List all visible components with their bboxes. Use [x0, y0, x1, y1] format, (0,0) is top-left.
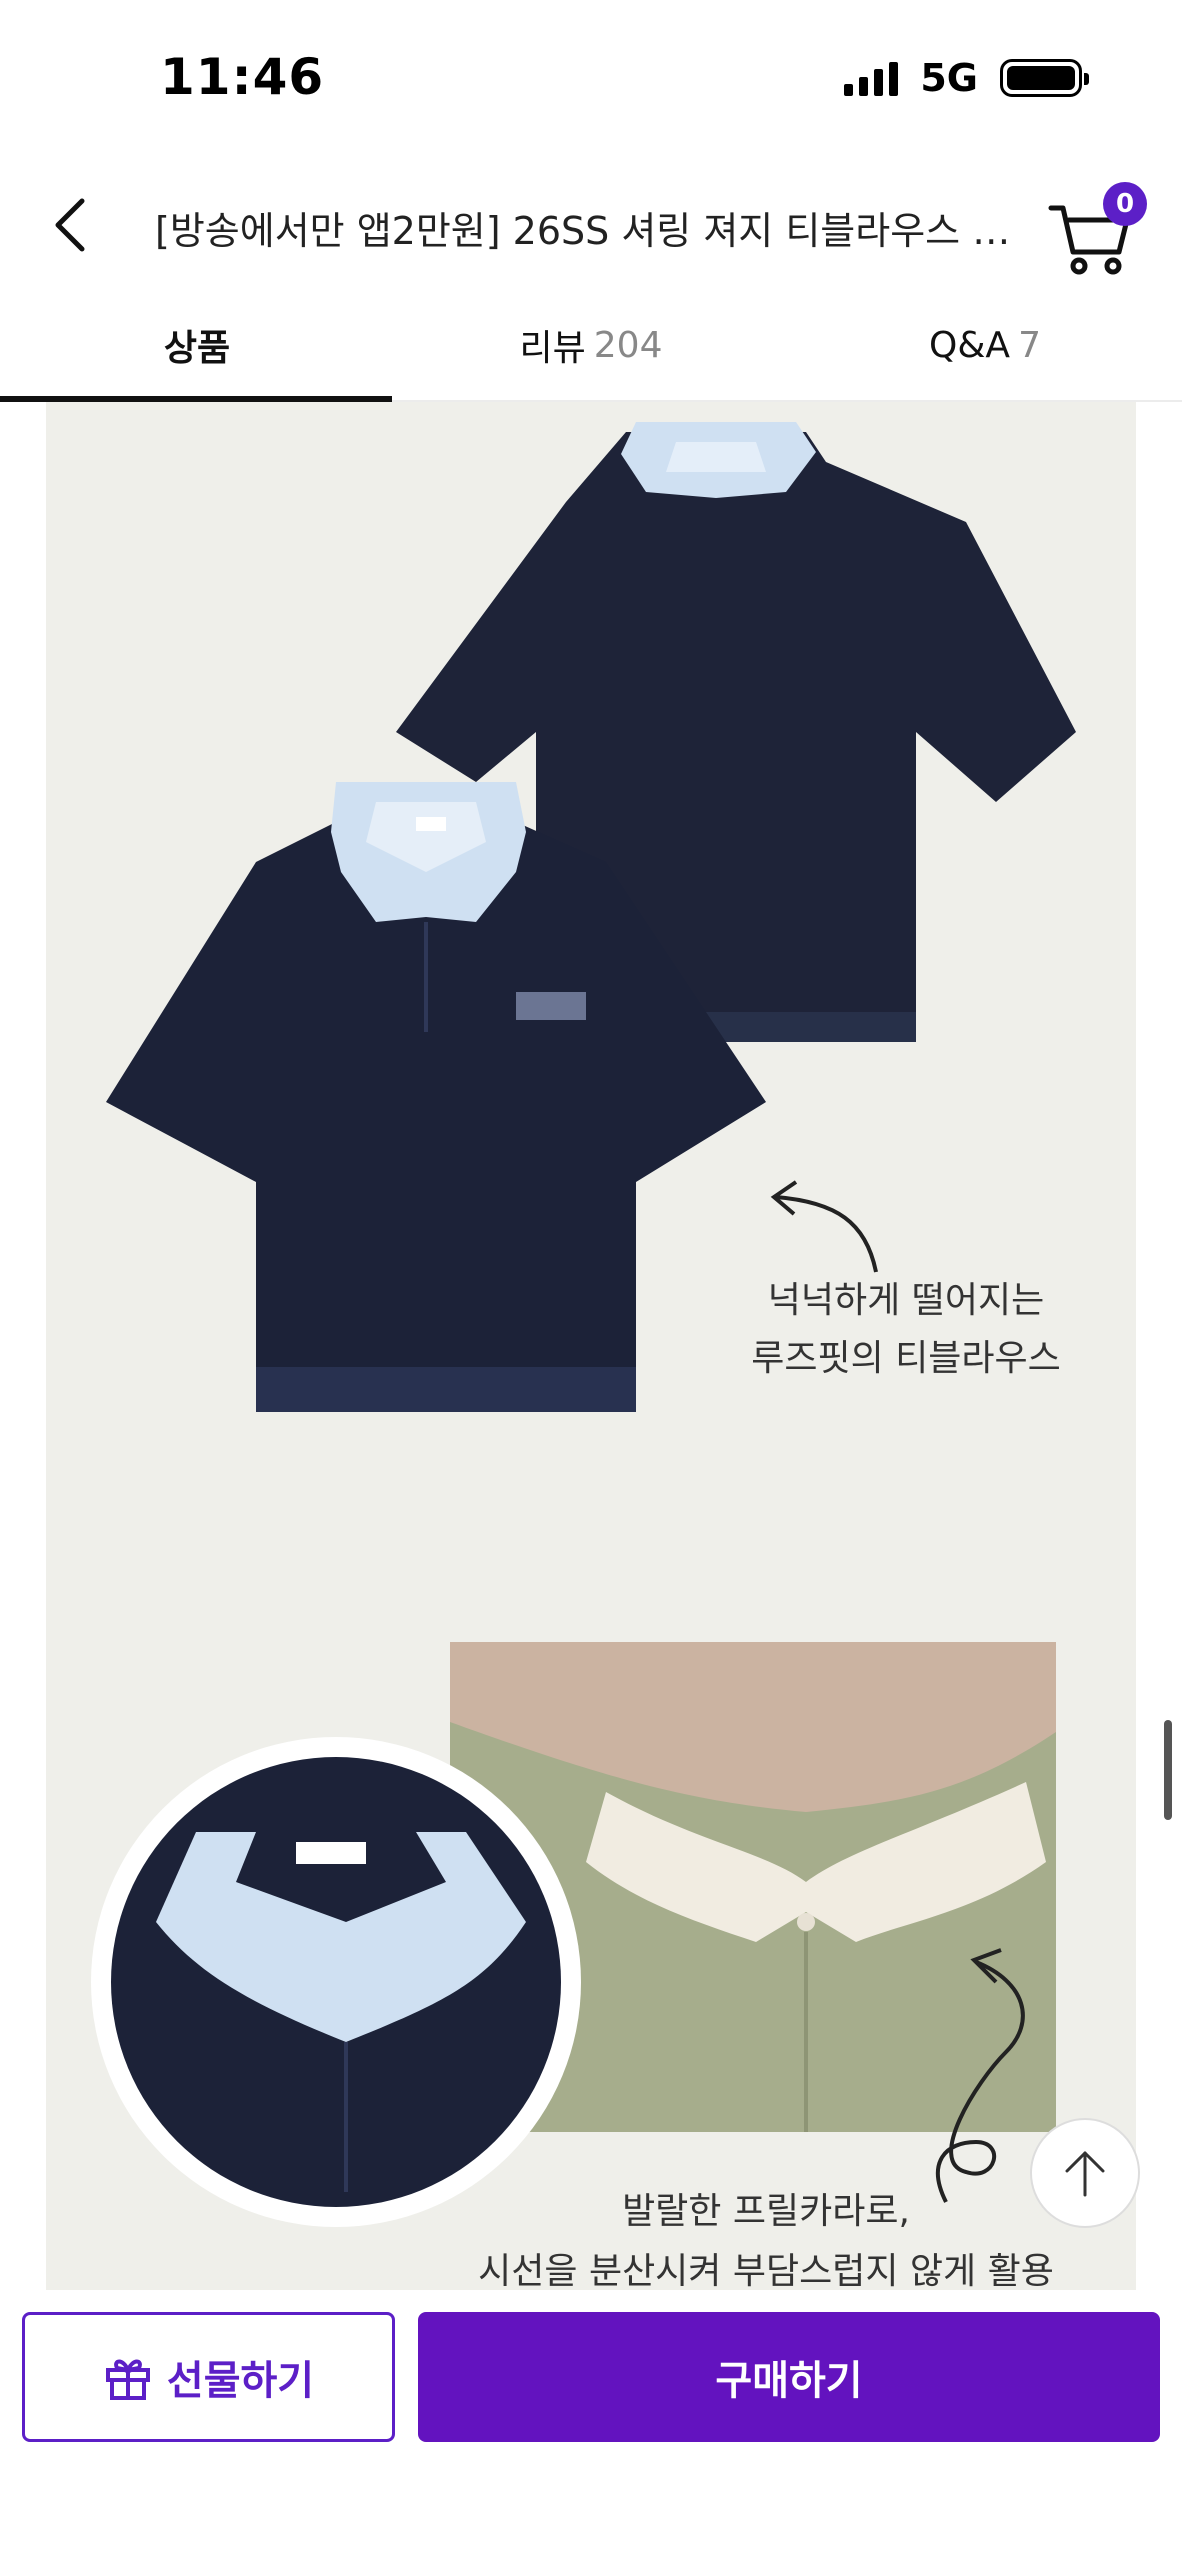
page-title: [방송에서만 앱2만원] 26SS 셔링 져지 티블라우스 2종 세트	[155, 209, 1025, 253]
product-tabs: 상품 리뷰 204 Q&A 7	[0, 290, 1182, 402]
cart-count-badge: 0	[1103, 182, 1147, 226]
status-bar: 11:46 5G	[0, 0, 1182, 160]
tab-qna-label: Q&A	[929, 324, 1011, 366]
status-time: 11:46	[160, 48, 325, 106]
back-arrow-icon	[55, 198, 85, 252]
gift-button-label: 선물하기	[166, 2358, 315, 2404]
tab-review-label: 리뷰	[519, 328, 586, 369]
back-button[interactable]	[30, 185, 110, 265]
tab-review[interactable]: 리뷰 204	[394, 290, 788, 400]
tab-qna[interactable]: Q&A 7	[788, 290, 1182, 400]
buy-button[interactable]: 구매하기	[418, 2312, 1160, 2442]
tab-product[interactable]: 상품	[0, 290, 394, 402]
network-type: 5G	[920, 56, 978, 100]
signal-icon	[844, 60, 899, 96]
status-indicators: 5G	[844, 56, 1089, 100]
arrow-up-icon	[1065, 2151, 1105, 2197]
gift-icon	[105, 2359, 150, 2400]
collar-detail-circle-image	[91, 1737, 581, 2227]
top-app-bar: [방송에서만 앱2만원] 26SS 셔링 져지 티블라우스 2종 세트 0	[0, 160, 1182, 290]
product-detail-image: 넉넉하게 떨어지는 루즈핏의 티블라우스 발랄한 프릴카라로, 시선을 분산시켜…	[46, 402, 1136, 2290]
tab-product-label: 상품	[163, 328, 231, 369]
gift-button[interactable]: 선물하기	[22, 2312, 395, 2442]
bottom-action-bar: 선물하기 구매하기	[0, 2290, 1182, 2560]
caption-loose-fit-line1: 넉넉하게 떨어지는	[767, 1280, 1045, 1321]
caption-frill-collar: 발랄한 프릴카라로, 시선을 분산시켜 부담스럽지 않게 활용	[426, 2182, 1106, 2290]
tab-review-count: 204	[593, 324, 663, 366]
caption-loose-fit-line2: 루즈핏의 티블라우스	[751, 1338, 1061, 1379]
cart-button[interactable]: 0	[1045, 182, 1147, 275]
battery-icon	[1000, 59, 1089, 97]
caption-frill-collar-line1: 발랄한 프릴카라로,	[622, 2191, 910, 2232]
tab-qna-count: 7	[1018, 324, 1041, 366]
scroll-to-top-button[interactable]	[1030, 2118, 1140, 2228]
scrollbar[interactable]	[1164, 1720, 1172, 1820]
caption-frill-collar-line2: 시선을 분산시켜 부담스럽지 않게 활용	[478, 2251, 1054, 2290]
caption-loose-fit: 넉넉하게 떨어지는 루즈핏의 티블라우스	[686, 1272, 1126, 1388]
buy-button-label: 구매하기	[715, 2358, 863, 2404]
